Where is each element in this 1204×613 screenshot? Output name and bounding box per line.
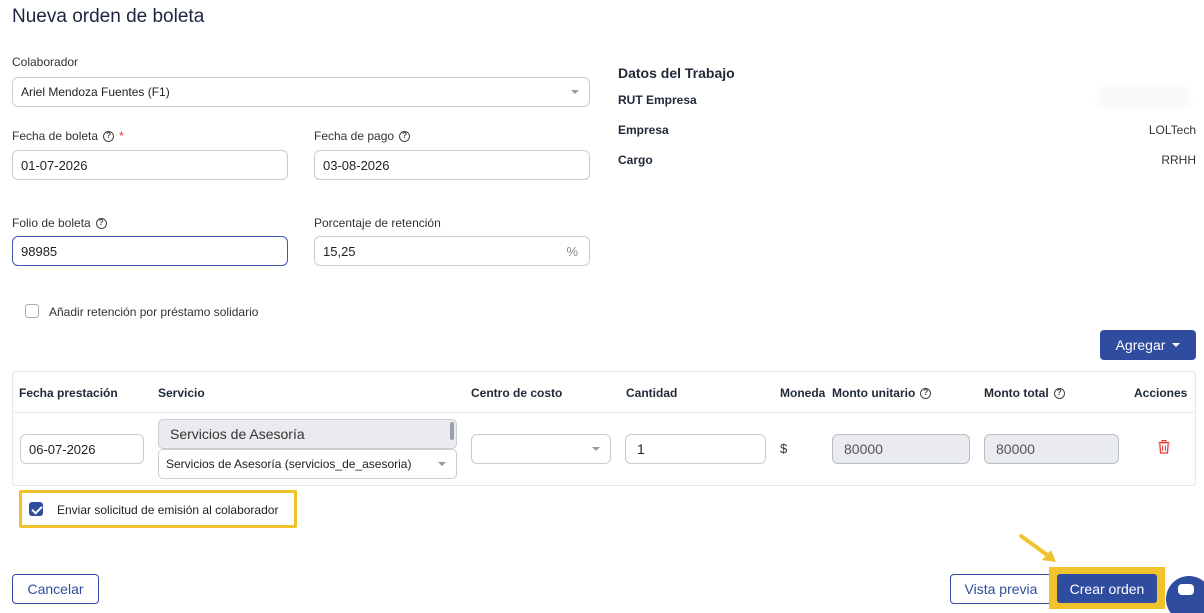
cantidad-value: 1 — [637, 441, 645, 457]
rut-label: RUT Empresa — [618, 93, 697, 107]
chat-icon[interactable] — [1166, 576, 1204, 613]
fecha-boleta-value: 01-07-2026 — [21, 157, 88, 173]
chat-bubble-icon — [1178, 584, 1194, 595]
currency-symbol: $ — [780, 441, 788, 456]
colaborador-select[interactable]: Ariel Mendoza Fuentes (F1) — [12, 77, 590, 107]
fecha-prestacion-input[interactable]: 06-07-2026 — [20, 434, 144, 464]
colaborador-value: Ariel Mendoza Fuentes (F1) — [21, 85, 170, 99]
help-icon[interactable]: ? — [95, 217, 107, 229]
chevron-down-icon — [1172, 343, 1181, 347]
scrollbar[interactable] — [450, 422, 454, 440]
monto-total-input: 80000 — [984, 434, 1119, 464]
folio-label-text: Folio de boleta — [12, 216, 91, 230]
th-monto-unitario-text: Monto unitario — [832, 386, 916, 400]
chevron-down-icon — [592, 447, 600, 451]
preview-button[interactable]: Vista previa — [950, 574, 1052, 604]
fecha-pago-label: Fecha de pago ? — [314, 129, 411, 143]
fecha-pago-label-text: Fecha de pago — [314, 129, 395, 143]
create-order-button[interactable]: Crear orden — [1057, 574, 1157, 603]
folio-value: 98985 — [21, 243, 58, 259]
th-centro: Centro de costo — [471, 386, 563, 400]
agregar-button[interactable]: Agregar — [1100, 330, 1196, 360]
fecha-pago-input[interactable]: 03-08-2026 — [314, 150, 590, 180]
retencion-label-text: Porcentaje de retención — [314, 216, 441, 230]
retencion-label: Porcentaje de retención — [314, 216, 441, 230]
help-icon[interactable]: ? — [1053, 387, 1065, 399]
fecha-boleta-input[interactable]: 01-07-2026 — [12, 150, 288, 180]
th-monto-unitario: Monto unitario ? — [832, 386, 932, 400]
page-title: Nueva orden de boleta — [12, 6, 205, 27]
prestamo-solidario-checkbox[interactable] — [25, 304, 39, 318]
agregar-label: Agregar — [1115, 337, 1166, 353]
fecha-boleta-label: Fecha de boleta ? * — [12, 129, 124, 143]
chevron-down-icon — [438, 462, 446, 466]
help-icon[interactable]: ? — [103, 130, 115, 142]
folio-label: Folio de boleta ? — [12, 216, 107, 230]
cancel-button[interactable]: Cancelar — [12, 574, 99, 604]
th-fecha: Fecha prestación — [19, 386, 118, 400]
th-cantidad: Cantidad — [626, 386, 678, 400]
required-mark: * — [119, 129, 124, 143]
retencion-input[interactable]: 15,25 % — [314, 236, 590, 266]
empresa-value: LOLTech — [1148, 123, 1196, 137]
monto-total-value: 80000 — [996, 441, 1035, 457]
send-request-label: Enviar solicitud de emisión al colaborad… — [57, 503, 279, 517]
fecha-prestacion-value: 06-07-2026 — [29, 441, 96, 457]
prestamo-solidario-label-text: Añadir retención por préstamo solidario — [49, 305, 259, 319]
servicio-select[interactable]: Servicios de Asesoría (servicios_de_ases… — [158, 449, 457, 479]
fecha-boleta-label-text: Fecha de boleta — [12, 129, 99, 143]
empresa-label: Empresa — [618, 123, 669, 137]
monto-unitario-value: 80000 — [844, 441, 883, 457]
cantidad-input[interactable]: 1 — [625, 434, 766, 464]
centro-costo-select[interactable] — [471, 434, 611, 464]
th-monto-total-text: Monto total — [984, 386, 1049, 400]
prestamo-solidario-label: Añadir retención por préstamo solidario — [49, 305, 258, 319]
send-request-checkbox[interactable] — [29, 502, 43, 516]
folio-input[interactable]: 98985 — [12, 236, 288, 266]
servicio-tag: Servicios de Asesoría — [158, 419, 457, 449]
arrow-icon — [1019, 534, 1056, 562]
cargo-value: RRHH — [1161, 153, 1196, 167]
help-icon[interactable]: ? — [920, 387, 932, 399]
colaborador-label: Colaborador — [12, 55, 78, 69]
datos-title: Datos del Trabajo — [618, 65, 735, 81]
trash-icon[interactable] — [1158, 440, 1170, 454]
servicio-select-value: Servicios de Asesoría (servicios_de_ases… — [166, 457, 412, 471]
th-servicio: Servicio — [158, 386, 205, 400]
percent-suffix: % — [566, 243, 578, 259]
servicio-tag-text: Servicios de Asesoría — [170, 426, 305, 442]
colaborador-label-text: Colaborador — [12, 55, 79, 69]
chevron-down-icon — [571, 90, 579, 94]
fecha-pago-value: 03-08-2026 — [323, 157, 390, 173]
help-icon[interactable]: ? — [399, 130, 411, 142]
th-moneda: Moneda — [780, 386, 826, 400]
redacted-value — [1098, 86, 1190, 108]
monto-unitario-input: 80000 — [832, 434, 970, 464]
retencion-value: 15,25 — [323, 243, 356, 259]
header-divider — [13, 412, 1195, 413]
cargo-label: Cargo — [618, 153, 653, 167]
th-acciones: Acciones — [1134, 386, 1188, 400]
th-monto-total: Monto total ? — [984, 386, 1065, 400]
